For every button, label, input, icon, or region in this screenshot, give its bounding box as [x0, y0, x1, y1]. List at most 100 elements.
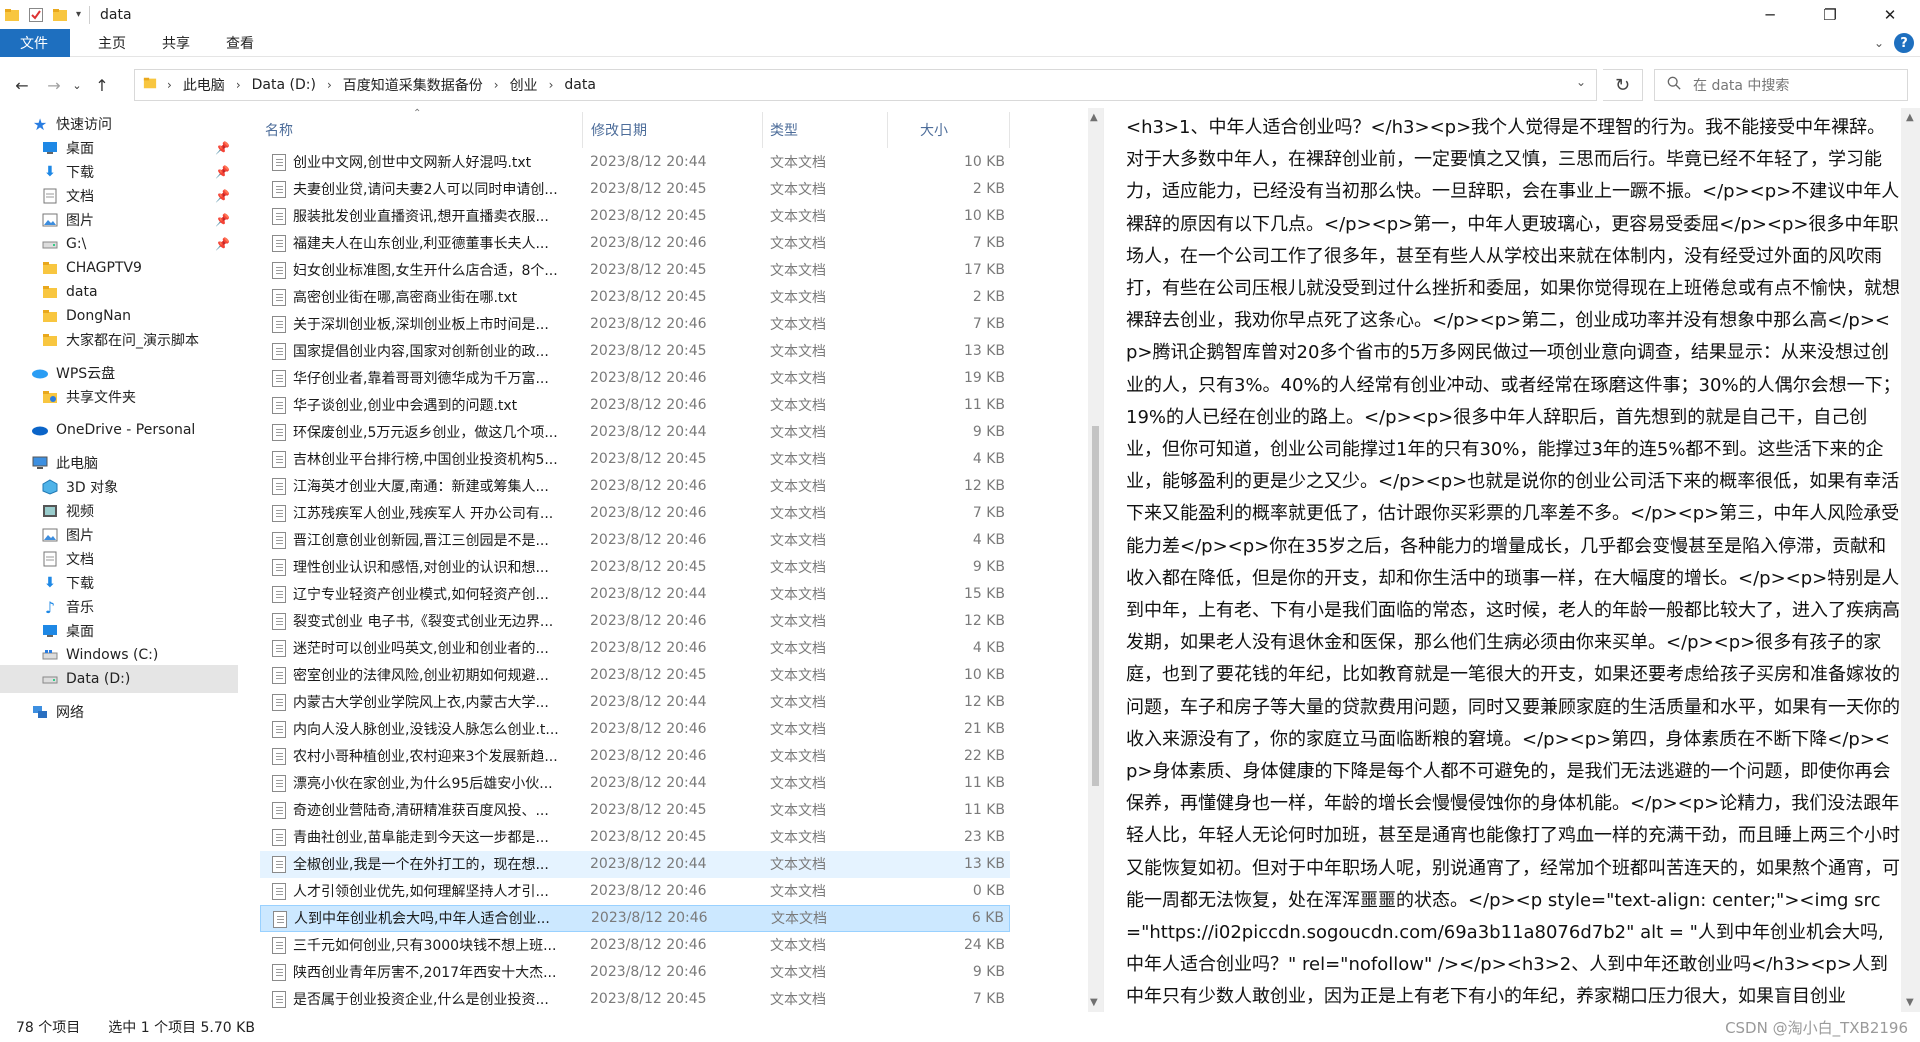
close-button[interactable]: ✕: [1860, 0, 1920, 29]
file-row[interactable]: 关于深圳创业板,深圳创业板上市时间是... 2023/8/12 20:46 文本文档…: [260, 311, 1010, 338]
file-row[interactable]: 人才引领创业优先,如何理解坚持人才引... 2023/8/12 20:46 文本文档…: [260, 878, 1010, 905]
file-row[interactable]: 农村小哥种植创业,农村迎来3个发展新趋... 2023/8/12 20:46 文本文…: [260, 743, 1010, 770]
file-row[interactable]: 晋江创意创业创新园,晋江三创园是不是... 2023/8/12 20:46 文本文档…: [260, 527, 1010, 554]
address-bar[interactable]: › 此电脑 › Data (D:) › 百度知道采集数据备份 › 创业 › da…: [134, 69, 1597, 101]
pin-icon[interactable]: 📌: [215, 141, 230, 155]
file-row[interactable]: 妇女创业标准图,女生开什么店合适，8个... 2023/8/12 20:45 文本文…: [260, 257, 1010, 284]
up-arrow-icon[interactable]: ↑: [88, 71, 116, 99]
file-row[interactable]: 密室创业的法律风险,创业初期如何规避... 2023/8/12 20:45 文本文档…: [260, 662, 1010, 689]
file-row[interactable]: 江苏残疾军人创业,残疾军人 开办公司有... 2023/8/12 20:46 文本文…: [260, 500, 1010, 527]
file-row[interactable]: 陕西创业青年厉害不,2017年西安十大杰... 2023/8/12 20:46 文本…: [260, 959, 1010, 986]
expand-ribbon-chevron-icon[interactable]: ⌄: [1874, 36, 1884, 50]
tab-home[interactable]: 主页: [70, 29, 144, 57]
customize-toolbar-chevron-icon[interactable]: ▾: [76, 9, 81, 20]
file-row[interactable]: 国家提倡创业内容,国家对创新创业的政... 2023/8/12 20:45 文本文档…: [260, 338, 1010, 365]
file-date: 2023/8/12 20:45: [590, 208, 707, 224]
file-row[interactable]: 理性创业认识和感悟,对创业的认识和想... 2023/8/12 20:45 文本文档…: [260, 554, 1010, 581]
breadcrumb-backup-folder[interactable]: 百度知道采集数据备份: [343, 75, 483, 95]
file-date: 2023/8/12 20:46: [590, 316, 707, 332]
file-row[interactable]: 是否属于创业投资企业,什么是创业投资... 2023/8/12 20:45 文本文档…: [260, 986, 1010, 1013]
file-row[interactable]: 全椒创业,我是一个在外打工的，现在想... 2023/8/12 20:44 文本文档…: [260, 850, 1010, 878]
file-row[interactable]: 裂变式创业 电子书,《裂变式创业无边界... 2023/8/12 20:46 文本文…: [260, 608, 1010, 635]
file-row[interactable]: 漂亮小伙在家创业,为什么95后雄安小伙... 2023/8/12 20:44 文本文…: [260, 770, 1010, 797]
search-input[interactable]: 在 data 中搜索: [1654, 69, 1908, 101]
column-header-name[interactable]: 名称: [265, 118, 293, 142]
properties-icon[interactable]: [28, 7, 44, 23]
file-row[interactable]: 夫妻创业贷,请问夫妻2人可以同时申请创... 2023/8/12 20:45 文本文…: [260, 176, 1010, 203]
back-arrow-icon[interactable]: ←: [8, 71, 36, 99]
address-dropdown-icon[interactable]: ⌄: [1576, 75, 1586, 89]
folder-icon: [40, 259, 60, 277]
nav-network[interactable]: 网络: [0, 698, 238, 726]
file-row[interactable]: 创业中文网,创世中文网新人好混吗.txt 2023/8/12 20:44 文本文档 1…: [260, 149, 1010, 176]
breadcrumb-separator-icon[interactable]: ›: [494, 78, 499, 92]
file-row[interactable]: 福建夫人在山东创业,利亚德董事长夫人... 2023/8/12 20:46 文本文档…: [260, 230, 1010, 257]
nav-label: 桌面: [66, 624, 94, 640]
scroll-up-arrow-icon[interactable]: ▲: [1906, 112, 1914, 123]
column-divider[interactable]: [887, 112, 888, 148]
column-header-type[interactable]: 类型: [770, 118, 798, 142]
file-row[interactable]: 人到中年创业机会大吗,中年人适合创业... 2023/8/12 20:46 文本文档…: [260, 904, 1010, 932]
file-row[interactable]: 奇迹创业营陆奇,清研精准获百度风投、... 2023/8/12 20:45 文本文档…: [260, 797, 1010, 824]
file-row[interactable]: 辽宁专业轻资产创业模式,如何轻资产创... 2023/8/12 20:44 文本文档…: [260, 581, 1010, 608]
file-size: 17 KB: [963, 262, 1005, 278]
column-divider[interactable]: [582, 112, 583, 148]
tab-share[interactable]: 共享: [144, 29, 208, 57]
file-size: 10 KB: [963, 667, 1005, 683]
maximize-button[interactable]: ❐: [1800, 0, 1860, 29]
breadcrumb-this-pc[interactable]: 此电脑: [183, 75, 225, 95]
tab-view[interactable]: 查看: [208, 29, 272, 57]
folder-icon[interactable]: [4, 7, 20, 23]
breadcrumb-separator-icon[interactable]: ›: [236, 78, 241, 92]
nav-folder-demo-script[interactable]: 大家都在问_演示脚本: [0, 326, 238, 354]
recent-locations-chevron-icon[interactable]: ⌄: [68, 71, 86, 99]
breadcrumb-chuangye[interactable]: 创业: [510, 75, 538, 95]
tab-file[interactable]: 文件: [0, 28, 70, 57]
file-type: 文本文档: [770, 668, 826, 684]
help-icon[interactable]: ?: [1894, 33, 1914, 53]
file-size: 13 KB: [963, 856, 1005, 872]
file-row[interactable]: 江海英才创业大厦,南通：新建或筹集人... 2023/8/12 20:46 文本文档…: [260, 473, 1010, 500]
preview-scrollbar[interactable]: ▲ ▼: [1901, 108, 1920, 1012]
file-row[interactable]: 迷茫时可以创业吗英文,创业和创业者的... 2023/8/12 20:46 文本文档…: [260, 635, 1010, 662]
file-list-scrollbar[interactable]: ▲ ▼: [1088, 108, 1103, 1012]
file-row[interactable]: 内向人没人脉创业,没钱没人脉怎么创业.t... 2023/8/12 20:46 文本…: [260, 716, 1010, 743]
pin-icon[interactable]: 📌: [215, 189, 230, 203]
column-header-date[interactable]: 修改日期: [591, 118, 647, 142]
file-row[interactable]: 华仔创业者,靠着哥哥刘德华成为千万富... 2023/8/12 20:46 文本文档…: [260, 365, 1010, 392]
nav-onedrive[interactable]: OneDrive - Personal: [0, 416, 238, 444]
refresh-icon[interactable]: ↻: [1603, 69, 1643, 101]
column-header-size[interactable]: 大小: [920, 118, 948, 142]
file-row[interactable]: 内蒙古大学创业学院风上衣,内蒙古大学... 2023/8/12 20:44 文本文档…: [260, 689, 1010, 716]
column-divider[interactable]: [762, 112, 763, 148]
file-row[interactable]: 高密创业街在哪,高密商业街在哪.txt 2023/8/12 20:45 文本文档 2 …: [260, 284, 1010, 311]
nav-label: 此电脑: [56, 456, 98, 472]
scroll-up-arrow-icon[interactable]: ▲: [1090, 112, 1098, 123]
file-row[interactable]: 吉林创业平台排行榜,中国创业投资机构5... 2023/8/12 20:45 文本文…: [260, 446, 1010, 473]
nav-shared-folder[interactable]: 共享文件夹: [0, 383, 238, 411]
forward-arrow-icon[interactable]: →: [40, 71, 68, 99]
folder-icon: [143, 76, 157, 94]
file-date: 2023/8/12 20:46: [590, 478, 707, 494]
new-folder-icon[interactable]: [52, 7, 68, 23]
file-row[interactable]: 环保废创业,5万元返乡创业，做这几个项... 2023/8/12 20:44 文本文…: [260, 419, 1010, 446]
pin-icon[interactable]: 📌: [215, 213, 230, 227]
column-divider[interactable]: [1009, 112, 1010, 148]
pin-icon[interactable]: 📌: [215, 237, 230, 251]
breadcrumb-data[interactable]: data: [564, 77, 596, 93]
minimize-button[interactable]: ─: [1740, 0, 1800, 29]
breadcrumb-data-drive[interactable]: Data (D:): [252, 77, 316, 93]
scrollbar-thumb[interactable]: [1092, 426, 1099, 786]
file-type: 文本文档: [770, 506, 826, 522]
breadcrumb-separator-icon[interactable]: ›: [327, 78, 332, 92]
scroll-down-arrow-icon[interactable]: ▼: [1906, 997, 1914, 1008]
file-row[interactable]: 服装批发创业直播资讯,想开直播卖衣服... 2023/8/12 20:45 文本文档…: [260, 203, 1010, 230]
file-row[interactable]: 青曲社创业,苗阜能走到今天这一步都是... 2023/8/12 20:45 文本文档…: [260, 824, 1010, 851]
scroll-down-arrow-icon[interactable]: ▼: [1090, 997, 1098, 1008]
nav-data-drive[interactable]: Data (D:): [0, 665, 238, 693]
file-row[interactable]: 华子谈创业,创业中会遇到的问题.txt 2023/8/12 20:46 文本文档 11…: [260, 392, 1010, 419]
pin-icon[interactable]: 📌: [215, 165, 230, 179]
file-row[interactable]: 三千元如何创业,只有3000块钱不想上班... 2023/8/12 20:46 文本…: [260, 932, 1010, 959]
nav-label: 网络: [56, 705, 84, 721]
breadcrumb-separator-icon[interactable]: ›: [549, 78, 554, 92]
